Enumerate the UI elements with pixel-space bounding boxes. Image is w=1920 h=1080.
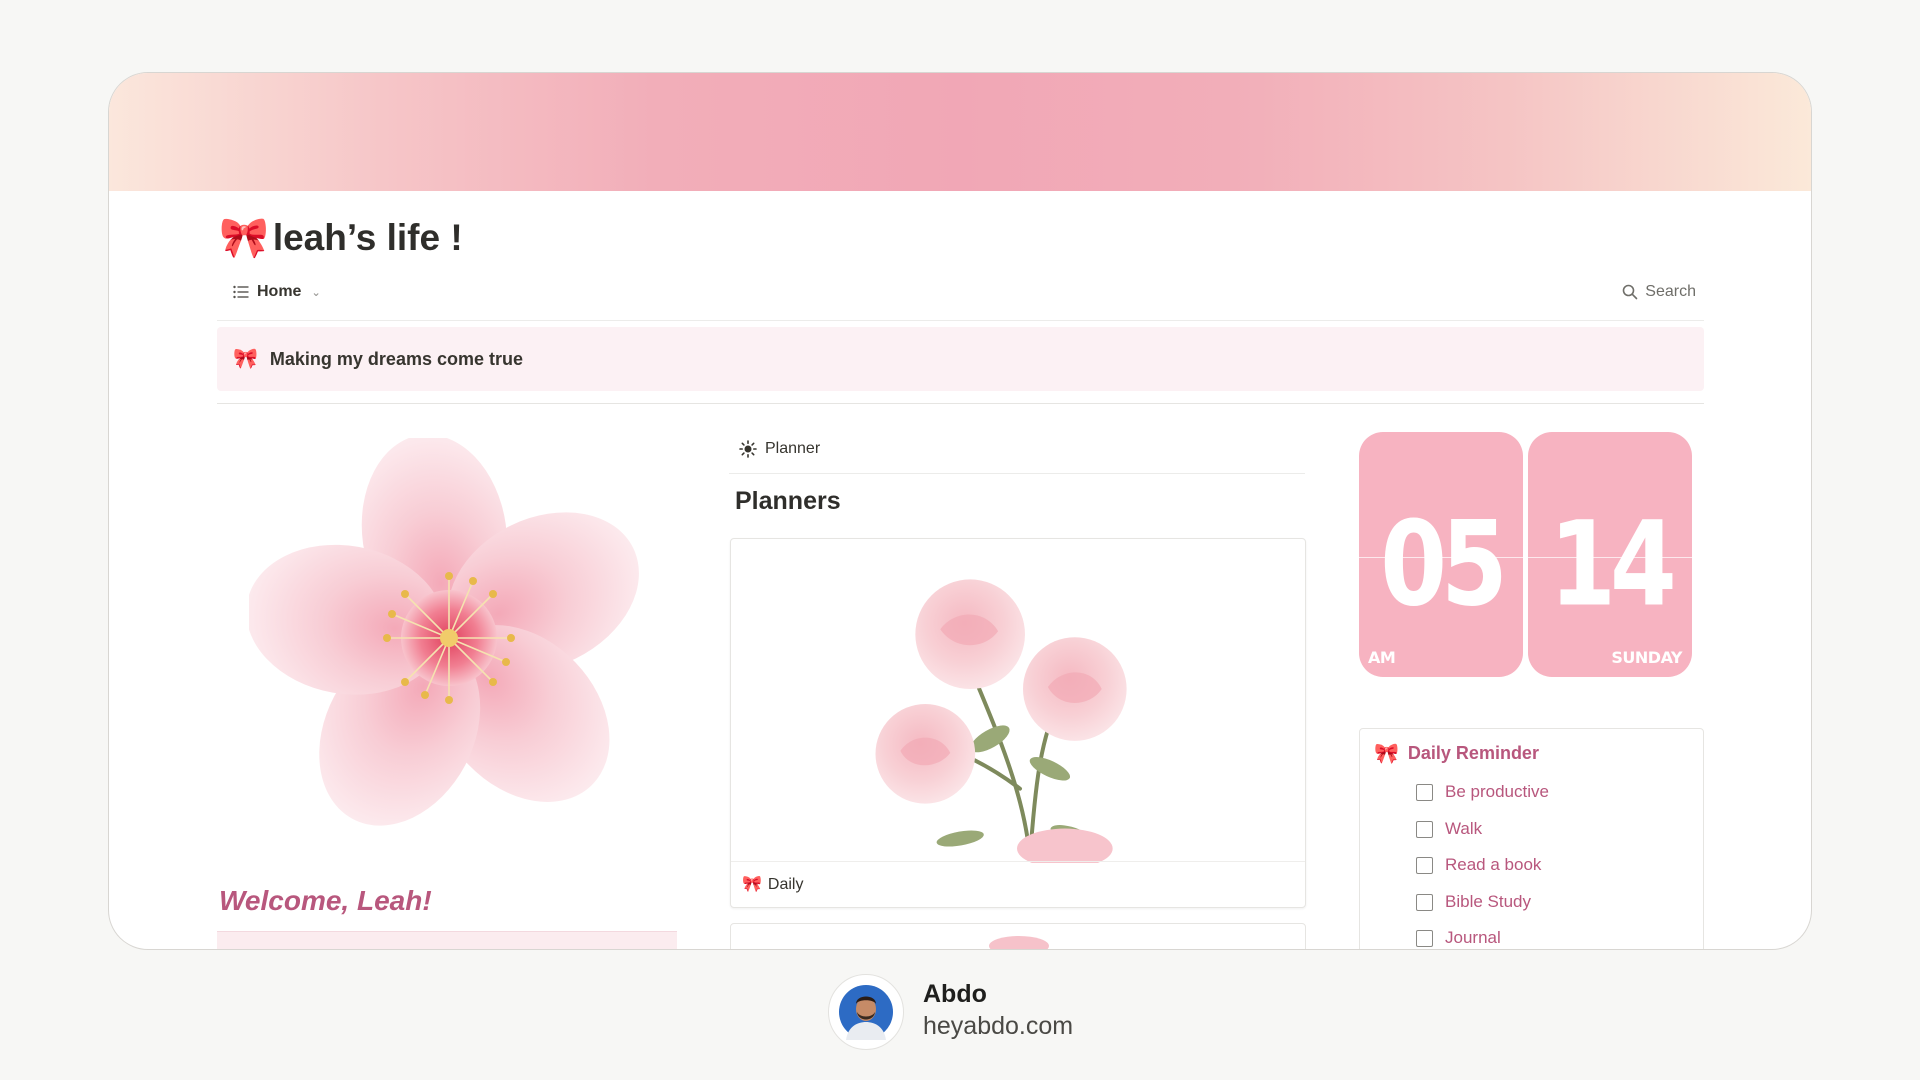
planners-heading: Planners [735, 487, 841, 515]
bow-icon: 🎀 [742, 875, 762, 893]
view-selector-home[interactable]: Home ⌄ [233, 283, 321, 301]
welcome-callout [217, 931, 677, 949]
reminder-title: Daily Reminder [1407, 743, 1539, 763]
clock-day: SUNDAY [1611, 648, 1682, 667]
list-icon [233, 285, 249, 299]
planner-tab-label: Planner [765, 440, 821, 457]
callout-text: Making my dreams come true [269, 348, 523, 369]
cherry-blossom-image[interactable] [249, 438, 649, 858]
card-footer: 🎀 Daily [731, 861, 1305, 907]
welcome-heading: Welcome, Leah! [219, 885, 432, 916]
clock-period: AM [1368, 648, 1396, 667]
callout: 🎀 Making my dreams come true [217, 327, 1704, 391]
todo-label[interactable]: Be productive [1445, 782, 1549, 802]
view-label: Home [257, 283, 302, 300]
gallery-card-daily[interactable]: 🎀 Daily [730, 538, 1306, 908]
checkbox[interactable] [1416, 856, 1433, 874]
bow-icon: 🎀 [233, 348, 258, 370]
clock-hour-tile: 05 AM [1359, 432, 1523, 677]
page-cover[interactable] [109, 73, 1811, 191]
card-cover-image [989, 936, 1049, 949]
avatar-image [839, 985, 893, 1040]
bow-icon: 🎀 [219, 216, 269, 260]
todo-item: Be productive [1416, 782, 1549, 802]
clock-hour: 05 [1380, 496, 1508, 633]
divider [729, 473, 1305, 474]
page-title: 🎀 leah’s life ! [219, 217, 463, 259]
page-title-text: leah’s life ! [272, 217, 463, 258]
checkbox[interactable] [1416, 783, 1433, 801]
author-website[interactable]: heyabdo.com [923, 1012, 1073, 1041]
todo-item: Read a book [1416, 855, 1541, 875]
reminder-header: 🎀 Daily Reminder [1374, 743, 1539, 764]
todo-label[interactable]: Walk [1445, 819, 1482, 839]
todo-label[interactable]: Journal [1445, 928, 1501, 948]
checkbox[interactable] [1416, 820, 1433, 838]
view-bar [217, 277, 1704, 321]
daily-reminder-callout: 🎀 Daily Reminder Be productive Walk Read… [1359, 728, 1704, 949]
chevron-down-icon: ⌄ [311, 286, 321, 299]
clock-minute: 14 [1549, 496, 1677, 633]
todo-item: Journal [1416, 928, 1501, 948]
todo-label[interactable]: Read a book [1445, 855, 1541, 875]
roses-image [875, 579, 1127, 863]
todo-label[interactable]: Bible Study [1445, 892, 1531, 912]
clock-split-line [1359, 557, 1523, 558]
author-name: Abdo [923, 980, 987, 1008]
card-title: Daily [767, 875, 804, 893]
todo-item: Bible Study [1416, 892, 1531, 912]
bow-icon: 🎀 [1374, 742, 1399, 765]
sun-icon [739, 440, 757, 458]
search-label: Search [1645, 283, 1696, 300]
search-button[interactable]: Search [1622, 283, 1696, 301]
author-avatar [828, 974, 904, 1050]
checkbox[interactable] [1416, 929, 1433, 947]
planner-view-tab[interactable]: Planner [739, 440, 820, 458]
clock-minute-tile: 14 SUNDAY [1528, 432, 1692, 677]
app-window: 🎀 leah’s life ! Home ⌄ Search 🎀 Making m… [108, 72, 1812, 950]
checkbox[interactable] [1416, 893, 1433, 911]
todo-item: Walk [1416, 819, 1482, 839]
search-icon [1622, 284, 1638, 300]
clock-split-line [1528, 557, 1692, 558]
divider [217, 403, 1704, 404]
gallery-card[interactable] [730, 923, 1306, 949]
